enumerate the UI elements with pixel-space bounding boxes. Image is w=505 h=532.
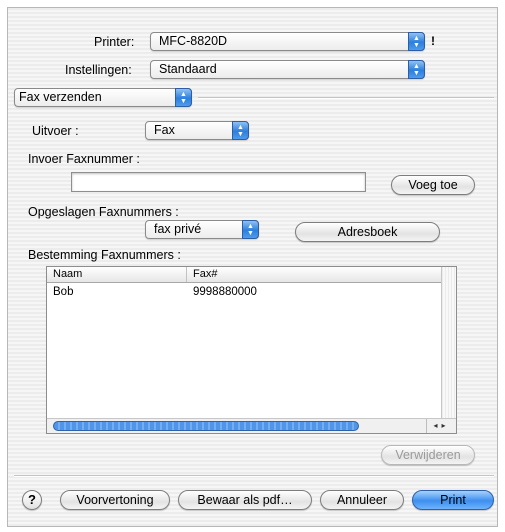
- header-separator: [198, 97, 494, 99]
- panel-menu-value: Fax verzenden: [19, 90, 102, 104]
- printer-value: MFC-8820D: [159, 34, 228, 48]
- popup-arrows-icon: ▲ ▼: [408, 60, 425, 79]
- settings-value: Standaard: [159, 62, 217, 76]
- output-popup[interactable]: Fax ▲ ▼: [145, 121, 249, 140]
- row-name: Bob: [53, 286, 74, 298]
- popup-arrows-icon: ▲ ▼: [242, 220, 259, 239]
- footer-separator: [14, 475, 494, 477]
- saved-popup[interactable]: fax privé ▲ ▼: [145, 220, 259, 239]
- printer-label: Printer:: [94, 35, 135, 49]
- save-as-pdf-button[interactable]: Bewaar als pdf…: [178, 490, 312, 510]
- delete-button[interactable]: Verwijderen: [381, 445, 475, 465]
- output-value: Fax: [154, 123, 175, 137]
- column-header-fax[interactable]: Fax#: [187, 267, 443, 282]
- popup-arrows-icon: ▲ ▼: [408, 32, 425, 51]
- scroll-arrows-icon[interactable]: ◂▸: [426, 419, 456, 433]
- panel-menu-popup[interactable]: Fax verzenden ▲ ▼: [14, 88, 192, 107]
- fax-input-label: Invoer Faxnummer :: [28, 152, 140, 166]
- saved-label: Opgeslagen Faxnummers :: [28, 205, 179, 219]
- table-row[interactable]: Bob 9998880000: [47, 284, 441, 300]
- horizontal-scroll-thumb[interactable]: [53, 421, 359, 431]
- cancel-button[interactable]: Annuleer: [320, 490, 404, 510]
- column-header-name[interactable]: Naam: [47, 267, 187, 282]
- printer-popup[interactable]: MFC-8820D ▲ ▼: [150, 32, 425, 51]
- add-button[interactable]: Voeg toe: [391, 175, 475, 195]
- vertical-scrollbar[interactable]: [441, 267, 456, 418]
- fax-number-input[interactable]: [71, 172, 366, 192]
- settings-label: Instellingen:: [65, 63, 132, 77]
- saved-value: fax privé: [154, 222, 202, 236]
- preview-button[interactable]: Voorvertoning: [60, 490, 170, 510]
- printer-status-icon: !: [431, 34, 435, 48]
- popup-arrows-icon: ▲ ▼: [175, 88, 192, 107]
- addressbook-button[interactable]: Adresboek: [295, 222, 440, 242]
- table-header: Naam Fax#: [47, 267, 441, 283]
- print-dialog: Printer: MFC-8820D ▲ ▼ ! Instellingen: St…: [7, 7, 498, 527]
- destination-label: Bestemming Faxnummers :: [28, 248, 181, 262]
- help-button[interactable]: ?: [22, 490, 42, 510]
- destination-table[interactable]: Naam Fax# Bob 9998880000 ◂▸: [46, 266, 457, 434]
- row-fax: 9998880000: [193, 286, 257, 298]
- output-label: Uitvoer :: [32, 124, 79, 138]
- horizontal-scrollbar[interactable]: ◂▸: [47, 418, 456, 433]
- popup-arrows-icon: ▲ ▼: [232, 121, 249, 140]
- settings-popup[interactable]: Standaard ▲ ▼: [150, 60, 425, 79]
- print-button[interactable]: Print: [412, 490, 494, 510]
